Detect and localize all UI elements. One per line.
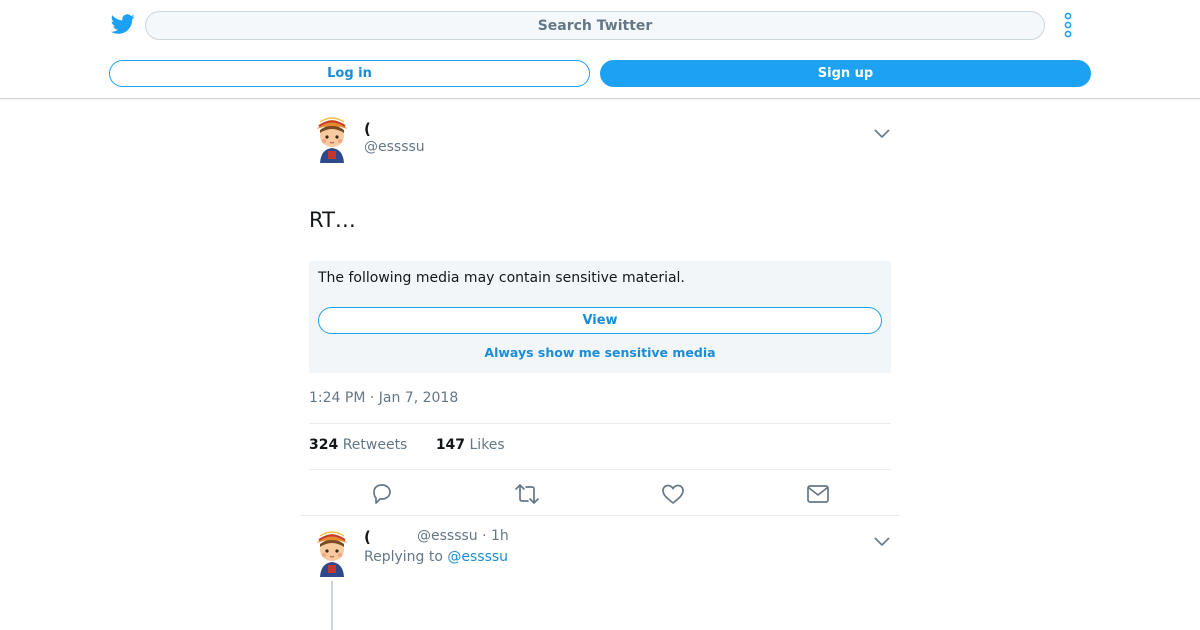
top-bar: Log in Sign up xyxy=(0,0,1200,99)
divider xyxy=(300,515,900,516)
reply-meta: @essssu · 1h xyxy=(417,528,509,544)
always-show-sensitive-link[interactable]: Always show me sensitive media xyxy=(309,345,891,360)
reply-avatar[interactable] xyxy=(310,527,354,577)
retweets-count: 324 xyxy=(309,437,339,453)
divider xyxy=(309,469,891,470)
reply-icon[interactable] xyxy=(369,481,395,507)
chevron-down-icon[interactable] xyxy=(874,532,890,547)
sensitive-media-warning: The following media may contain sensitiv… xyxy=(309,261,891,373)
retweets-label: Retweets xyxy=(342,437,408,453)
chevron-down-icon[interactable] xyxy=(874,124,890,139)
replying-to: Replying to @essssu xyxy=(364,549,508,565)
reply-author-handle[interactable]: @essssu xyxy=(417,528,478,544)
signup-button[interactable]: Sign up xyxy=(600,60,1091,87)
author-handle[interactable]: @essssu xyxy=(364,139,425,155)
likes-label: Likes xyxy=(469,437,505,453)
likes-count: 147 xyxy=(435,437,466,453)
login-button[interactable]: Log in xyxy=(109,60,590,87)
sensitive-message: The following media may contain sensitiv… xyxy=(318,270,685,286)
reply-author-name[interactable]: ( xyxy=(364,528,371,546)
search-input[interactable] xyxy=(145,11,1045,40)
like-icon[interactable] xyxy=(660,481,686,507)
twitter-bird-icon[interactable] xyxy=(110,12,136,36)
retweet-icon[interactable] xyxy=(514,481,540,507)
replying-prefix: Replying to xyxy=(364,549,443,565)
likes-stat[interactable]: 147 Likes xyxy=(436,437,505,453)
thread-line xyxy=(331,581,333,630)
view-button[interactable]: View xyxy=(318,307,882,334)
reply-time[interactable]: · 1h xyxy=(482,528,509,544)
author-name[interactable]: ( xyxy=(364,120,371,138)
message-icon[interactable] xyxy=(805,481,831,507)
tweet-timestamp[interactable]: 1:24 PM · Jan 7, 2018 xyxy=(309,390,458,406)
retweets-stat[interactable]: 324 Retweets xyxy=(309,437,407,453)
tweet-text: RT… xyxy=(309,208,356,232)
tweet-stats: 324 Retweets 147 Likes xyxy=(309,437,505,453)
divider xyxy=(309,423,891,424)
avatar[interactable] xyxy=(310,113,354,163)
replying-to-link[interactable]: @essssu xyxy=(447,549,508,565)
vertical-dots-icon[interactable] xyxy=(1058,12,1078,38)
